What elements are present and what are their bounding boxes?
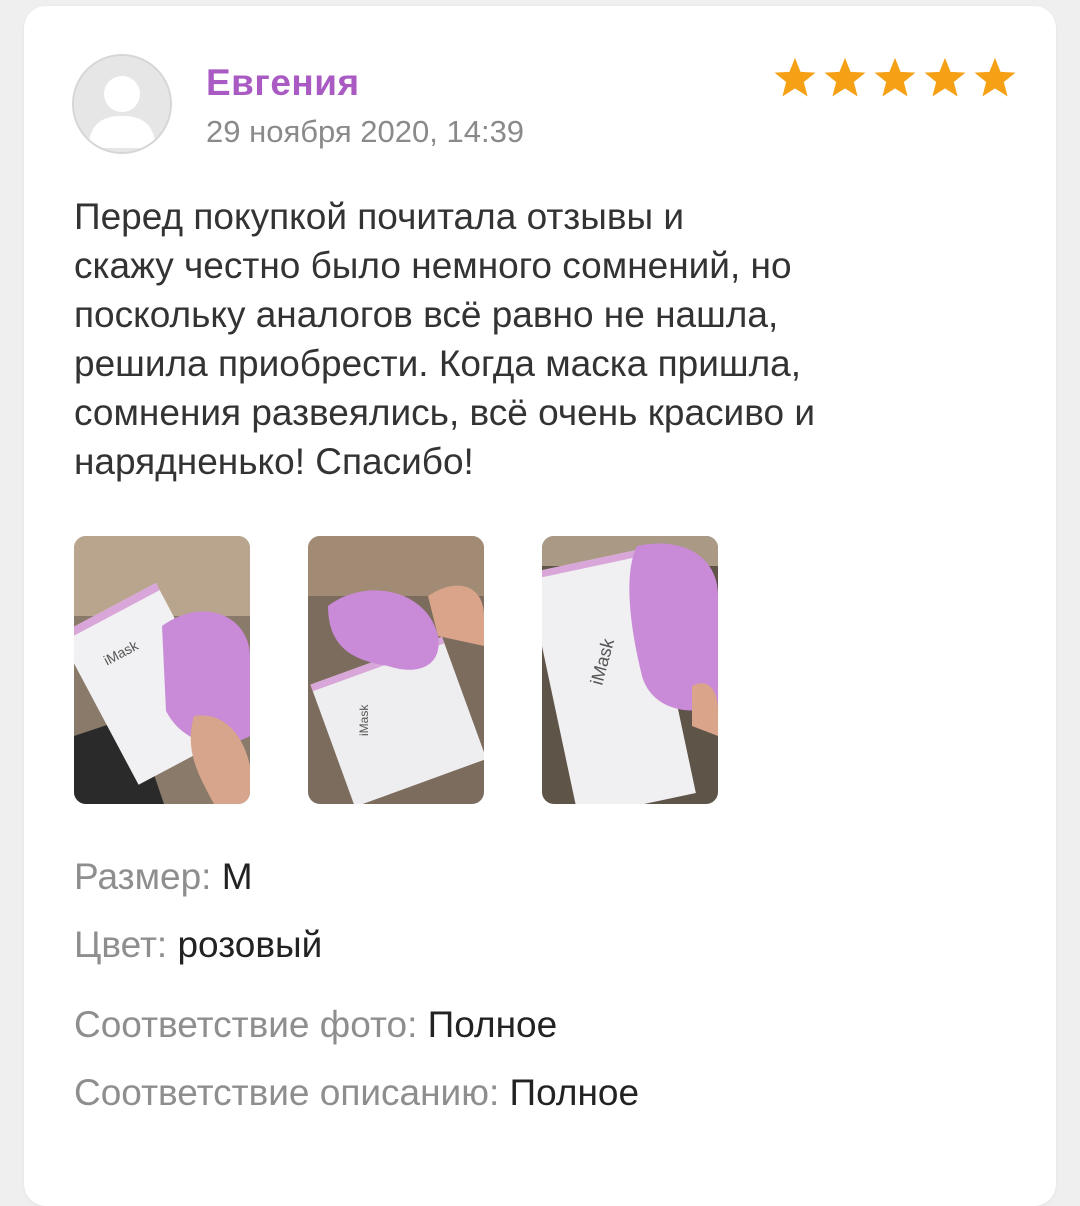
photo-match-value: Полное xyxy=(427,1004,558,1045)
color-label: Цвет: xyxy=(74,924,168,965)
star-icon xyxy=(772,56,818,100)
review-text: Перед покупкой почитала отзывы и скажу ч… xyxy=(74,196,815,482)
review-photos: iMask iMask iMask xyxy=(74,536,718,804)
color-value: розовый xyxy=(177,924,323,965)
size-value: M xyxy=(221,856,253,897)
description-match-value: Полное xyxy=(509,1072,640,1113)
size-row: Размер: M xyxy=(74,856,253,898)
photo-match-label: Соответствие фото: xyxy=(74,1004,418,1045)
star-icon xyxy=(922,56,968,100)
description-match-label: Соответствие описанию: xyxy=(74,1072,500,1113)
star-icon xyxy=(872,56,918,100)
author-name[interactable]: Евгения xyxy=(206,62,360,104)
star-icon xyxy=(972,56,1018,100)
svg-text:iMask: iMask xyxy=(357,704,371,736)
avatar[interactable] xyxy=(72,54,172,154)
color-row: Цвет: розовый xyxy=(74,924,322,966)
size-label: Размер: xyxy=(74,856,212,897)
star-icon xyxy=(822,56,868,100)
review-photo-1[interactable]: iMask xyxy=(74,536,250,804)
user-silhouette-icon xyxy=(74,56,170,152)
photo-match-row: Соответствие фото: Полное xyxy=(74,1004,557,1046)
review-photo-2[interactable]: iMask xyxy=(308,536,484,804)
review-card: Евгения 29 ноября 2020, 14:39 Перед поку… xyxy=(24,6,1056,1206)
review-date: 29 ноября 2020, 14:39 xyxy=(206,114,525,149)
review-photo-3[interactable]: iMask xyxy=(542,536,718,804)
rating-stars xyxy=(772,56,1018,100)
description-match-row: Соответствие описанию: Полное xyxy=(74,1072,639,1114)
